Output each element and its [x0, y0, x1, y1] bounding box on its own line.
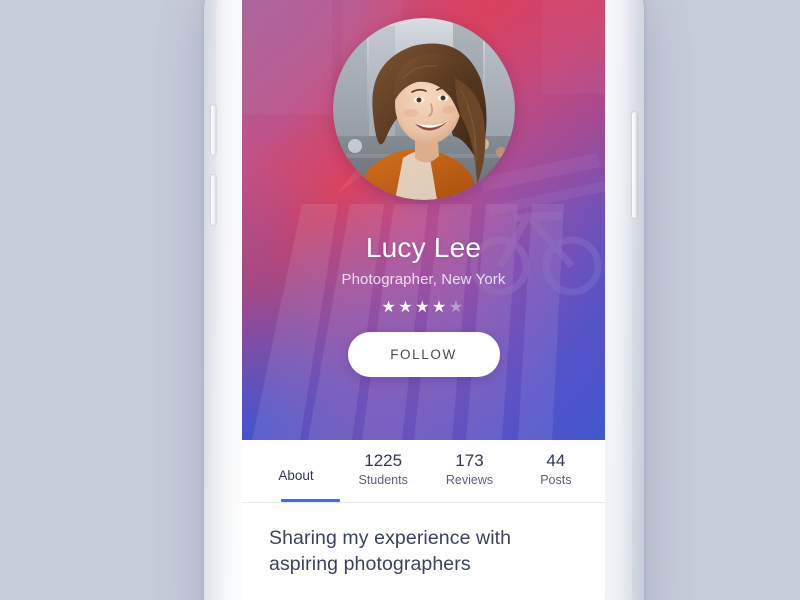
article-title: Sharing my experience with aspiring phot… [269, 527, 512, 576]
profile-role: Photographer, New York [341, 271, 506, 289]
stats-tab-bar: About 1225 Students 173 Reviews 44 Posts [242, 440, 605, 502]
stat-posts[interactable]: 44 Posts [513, 450, 599, 502]
star-empty-icon: ★ [448, 299, 466, 317]
power-button[interactable] [632, 112, 637, 218]
volume-up-button[interactable] [211, 105, 216, 155]
stat-posts-caption: Posts [540, 473, 572, 487]
stat-reviews-caption: Reviews [445, 473, 494, 487]
avatar-portrait-image [332, 18, 515, 200]
phone-device-frame: Lucy Lee Photographer, New York ★★★★★ FO… [204, 0, 644, 600]
follow-button[interactable]: FOLLOW [347, 332, 500, 377]
star-filled-icon: ★ [415, 299, 432, 317]
star-filled-icon: ★ [431, 299, 449, 317]
active-tab-indicator [281, 499, 340, 502]
phone-screen: Lucy Lee Photographer, New York ★★★★★ FO… [242, 0, 605, 600]
stat-reviews-value: 173 [455, 450, 484, 470]
tab-about[interactable]: About [252, 467, 340, 502]
article-body: Hello, my name's Lucy Lee, I'm a photogr… [269, 596, 578, 600]
volume-down-button[interactable] [211, 175, 216, 225]
about-article: Sharing my experience with aspiring phot… [242, 503, 605, 600]
avatar [332, 18, 515, 200]
stat-posts-value: 44 [546, 450, 566, 470]
page-title: Lucy Lee [365, 232, 482, 263]
profile-identity: Lucy Lee Photographer, New York ★★★★★ [242, 232, 605, 316]
stat-students-value: 1225 [364, 450, 403, 470]
stat-reviews[interactable]: 173 Reviews [426, 450, 512, 502]
screenshot-canvas: Lucy Lee Photographer, New York ★★★★★ FO… [0, 0, 800, 600]
stat-students[interactable]: 1225 Students [340, 450, 426, 502]
stat-students-caption: Students [358, 473, 408, 487]
profile-hero-header: Lucy Lee Photographer, New York ★★★★★ FO… [242, 0, 605, 440]
tab-about-label: About [278, 468, 314, 483]
star-filled-icon: ★ [381, 299, 399, 317]
star-filled-icon: ★ [398, 299, 416, 317]
rating-stars[interactable]: ★★★★★ [242, 300, 605, 316]
phone-edge-shading-left [204, 0, 234, 600]
phone-edge-shading-right [610, 0, 644, 600]
